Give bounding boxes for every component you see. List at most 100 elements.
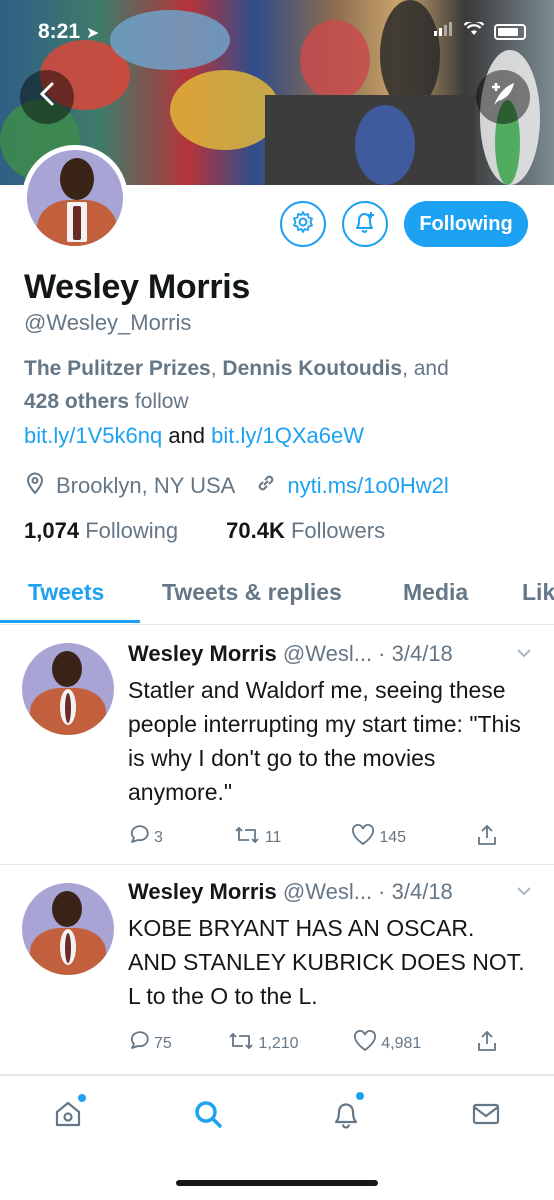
status-bar: 8:21 ➤	[0, 18, 554, 48]
tweet-handle-date: @Wesl... · 3/4/18	[282, 879, 453, 904]
avatar-tie	[65, 693, 71, 723]
tweet-text: KOBE BRYANT HAS AN OSCAR. AND STANLEY KU…	[128, 915, 525, 1009]
profile-name: Wesley Morris	[24, 268, 251, 306]
nav-notifications[interactable]	[326, 1092, 366, 1136]
banner-art-shape	[170, 70, 280, 150]
tweet[interactable]: Wesley Morris @Wesl... · 3/4/18 Statler …	[0, 625, 554, 865]
bell-plus-icon	[352, 209, 378, 240]
profile-bio: bit.ly/1V5k6nq and bit.ly/1QXa6eW	[24, 423, 364, 449]
follower-name: The Pulitzer Prizes	[24, 357, 211, 380]
wifi-icon	[463, 19, 485, 41]
profile-tabs: Tweets Tweets & replies Media Lik	[0, 565, 554, 625]
retweet-icon	[233, 824, 261, 851]
like-button[interactable]: 145	[351, 824, 406, 851]
followers-you-know[interactable]: The Pulitzer Prizes, Dennis Koutoudis, a…	[24, 352, 524, 418]
retweet-button[interactable]: 11	[233, 824, 282, 851]
reply-button[interactable]: 75	[128, 1030, 172, 1057]
follower-suffix: follow	[134, 390, 189, 413]
profile-website[interactable]: nyti.ms/1o0Hw2l	[287, 473, 448, 499]
tweet-actions: 3 11 145	[128, 823, 498, 852]
tweet-text: Statler and Waldorf me, seeing these peo…	[128, 677, 521, 805]
home-icon	[52, 1098, 84, 1135]
profile-avatar[interactable]	[22, 145, 128, 251]
tweet-avatar[interactable]	[22, 643, 114, 735]
banner-art-shape	[355, 105, 415, 185]
like-count: 145	[379, 828, 407, 846]
nav-messages[interactable]	[466, 1096, 506, 1136]
status-icons	[434, 19, 526, 41]
follower-and: , and	[402, 357, 449, 380]
home-indicator	[176, 1180, 378, 1186]
following-count[interactable]: 1,074 Following	[24, 518, 178, 544]
heart-icon	[353, 1030, 377, 1057]
tweet-actions: 75 1,210 4,981	[128, 1029, 498, 1058]
tab-media[interactable]: Media	[403, 579, 468, 606]
link-icon	[255, 472, 277, 500]
notifications-subscribe-button[interactable]	[342, 201, 388, 247]
battery-icon	[494, 23, 526, 40]
nav-search[interactable]	[188, 1096, 228, 1136]
tab-tweets[interactable]: Tweets	[28, 579, 104, 606]
follower-separator: ,	[210, 357, 223, 380]
retweet-button[interactable]: 1,210	[227, 1030, 299, 1057]
back-button[interactable]	[20, 70, 74, 124]
unread-dot	[356, 1092, 364, 1100]
gear-icon	[291, 210, 315, 239]
reply-button[interactable]: 3	[128, 824, 163, 851]
like-count: 4,981	[381, 1034, 422, 1052]
tweet-header: Wesley Morris @Wesl... · 3/4/18	[128, 879, 453, 905]
profile-handle: @Wesley_Morris	[24, 310, 192, 335]
reply-count: 75	[154, 1034, 172, 1052]
location-pin-icon	[24, 471, 46, 501]
active-tab-indicator	[0, 620, 140, 623]
tweet-author-name: Wesley Morris	[128, 641, 277, 666]
share-icon	[476, 1029, 498, 1058]
compose-quill-icon	[488, 79, 518, 116]
compose-tweet-button[interactable]	[476, 70, 530, 124]
reply-icon	[128, 824, 150, 851]
search-icon	[192, 1098, 224, 1135]
share-icon	[476, 823, 498, 852]
signal-icon	[434, 22, 454, 41]
tweet[interactable]: Wesley Morris @Wesl... · 3/4/18 KOBE BRY…	[0, 865, 554, 1075]
messages-icon	[470, 1098, 502, 1135]
reply-count: 3	[154, 828, 163, 846]
retweet-icon	[227, 1030, 255, 1057]
tweet-handle-date: @Wesl... · 3/4/18	[282, 641, 453, 666]
tab-likes[interactable]: Lik	[522, 579, 554, 606]
tab-tweets-replies[interactable]: Tweets & replies	[162, 579, 342, 606]
tweet-header: Wesley Morris @Wesl... · 3/4/18	[128, 641, 453, 667]
settings-button[interactable]	[280, 201, 326, 247]
avatar-head	[52, 891, 82, 927]
following-button[interactable]: Following	[404, 201, 528, 247]
tweet-author-name: Wesley Morris	[128, 879, 277, 904]
bio-link[interactable]: bit.ly/1V5k6nq	[24, 423, 162, 448]
bio-text: and	[168, 423, 206, 448]
like-button[interactable]: 4,981	[353, 1030, 421, 1057]
followers-count[interactable]: 70.4K Followers	[226, 518, 385, 544]
chevron-down-icon[interactable]	[516, 645, 532, 663]
avatar-tie	[73, 206, 81, 240]
heart-icon	[351, 824, 375, 851]
location-arrow-icon: ➤	[85, 25, 100, 42]
banner-art-shape	[380, 0, 440, 110]
avatar-head	[60, 158, 94, 200]
avatar-tie	[65, 933, 71, 963]
nav-home[interactable]	[48, 1094, 88, 1136]
notifications-icon	[330, 1098, 362, 1135]
avatar-head	[52, 651, 82, 687]
bio-link[interactable]: bit.ly/1QXa6eW	[211, 423, 364, 448]
tweet-avatar[interactable]	[22, 883, 114, 975]
retweet-count: 11	[264, 828, 282, 846]
unread-dot	[78, 1094, 86, 1102]
share-button[interactable]	[476, 823, 498, 852]
profile-location: Brooklyn, NY USA	[56, 473, 236, 498]
chevron-down-icon[interactable]	[516, 883, 532, 901]
retweet-count: 1,210	[258, 1034, 299, 1052]
follower-others: 428 others	[24, 390, 130, 413]
profile-counts: 1,074 Following 70.4K Followers	[24, 518, 385, 544]
status-time: 8:21 ➤	[38, 20, 100, 43]
follower-name: Dennis Koutoudis	[222, 357, 403, 380]
share-button[interactable]	[476, 1029, 498, 1058]
reply-icon	[128, 1030, 150, 1057]
